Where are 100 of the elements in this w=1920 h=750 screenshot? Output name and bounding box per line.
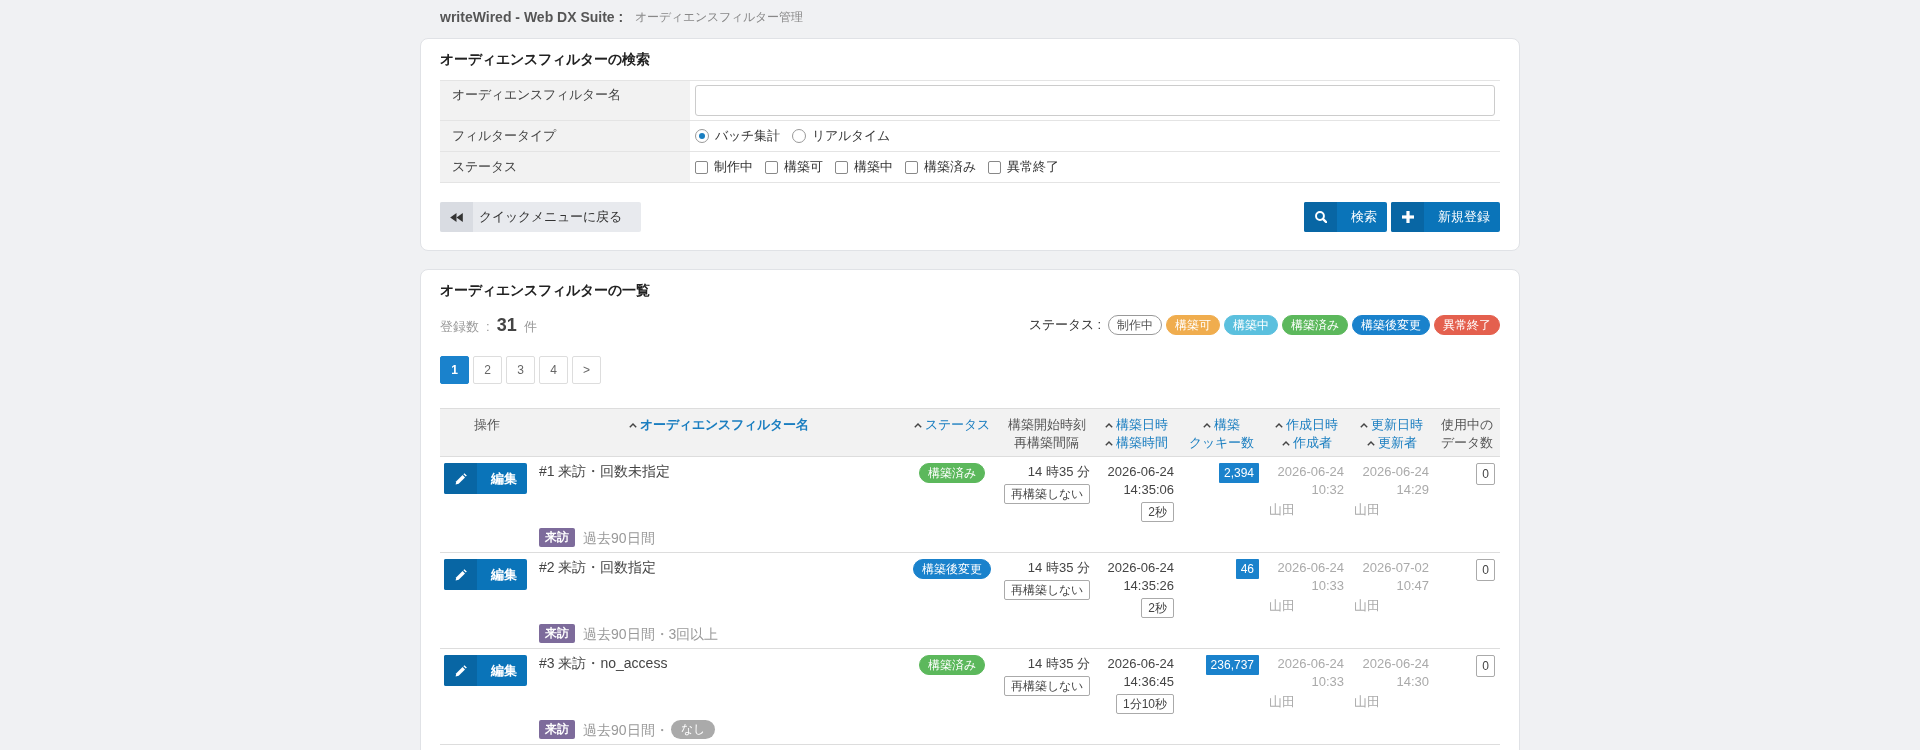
updated-time: 10:47 [1396,577,1429,595]
sort-link[interactable]: クッキー数 [1189,434,1254,452]
sort-link[interactable]: ステータス [913,416,990,434]
column-header: 操作 [474,416,500,434]
filter-name: #3 来訪・no_access [539,654,668,673]
sort-link[interactable]: 構築時間 [1105,434,1168,452]
chevron-up-icon [1105,422,1113,428]
status-legend-badge: 構築後変更 [1352,315,1430,335]
checkbox-option[interactable]: 構築済み [905,158,976,176]
chevron-up-icon [913,422,922,428]
chevron-up-icon [1275,422,1283,428]
panel-title: オーディエンスフィルターの一覧 [440,281,650,300]
updated-time: 14:30 [1396,673,1429,691]
sort-link[interactable]: 作成者 [1281,434,1332,452]
creator-name: 山田 [1269,501,1295,519]
page-button[interactable]: 1 [440,356,469,384]
checkbox-option[interactable]: 構築中 [835,158,893,176]
status-badge: 構築済み [918,463,985,483]
checkbox-option[interactable]: 構築可 [765,158,823,176]
status-legend-badge: 構築可 [1166,315,1220,335]
edit-button[interactable]: 編集 [444,463,527,494]
sort-link[interactable]: 更新日時 [1360,416,1423,434]
cookie-count-badge: 2,394 [1218,463,1259,483]
page-title: オーディエンスフィルター管理 [635,8,804,26]
chevron-up-icon [1281,440,1290,446]
updated-date: 2026-06-24 [1362,463,1429,481]
field-label: フィルタータイプ [440,121,690,151]
sort-link[interactable]: オーディエンスフィルター名 [629,416,809,434]
updated-time: 14:29 [1396,481,1429,499]
page-button[interactable]: > [572,356,601,384]
text-field[interactable] [695,85,1495,116]
start-time: 14 時35 分 [1027,559,1090,577]
updater-name: 山田 [1354,597,1380,615]
updated-date: 2026-06-24 [1362,655,1429,673]
radio-button[interactable] [792,129,806,143]
back-button[interactable]: クイックメニューに戻る [440,202,641,232]
created-time: 10:32 [1311,481,1344,499]
radio-button[interactable] [695,129,709,143]
interval-badge: 再構築しない [1004,676,1090,696]
radio-option[interactable]: バッチ集計 [695,127,780,145]
sort-link[interactable]: 構築 [1203,416,1240,434]
page-button[interactable]: 2 [473,356,502,384]
filter-name: #1 来訪・回数未指定 [539,462,671,481]
add-button[interactable]: 新規登録 [1391,202,1500,232]
condition-text: 過去90日間・ [583,720,669,739]
count-value: 31 [496,314,517,336]
checkbox-option[interactable]: 異常終了 [988,158,1059,176]
chevron-up-icon [1203,422,1211,428]
duration-badge: 1分10秒 [1115,694,1174,714]
column-header: 使用中の [1441,416,1493,434]
interval-badge: 再構築しない [1004,484,1090,504]
created-date: 2026-06-24 [1277,655,1344,673]
pencil-icon [444,559,477,590]
edit-button[interactable]: 編集 [444,559,527,590]
usage-count-badge: 0 [1476,463,1495,485]
status-legend-badge: 制作中 [1108,315,1162,335]
field-label: オーディエンスフィルター名 [440,81,690,120]
checkbox[interactable] [835,160,848,174]
created-date: 2026-06-24 [1277,463,1344,481]
count-unit: 件 [523,317,537,336]
edit-button[interactable]: 編集 [444,655,527,686]
cookie-count-badge: 236,737 [1205,655,1259,675]
chevron-up-icon [1105,440,1113,446]
category-tag: 来訪 [539,528,575,547]
count-label: 登録数 [440,317,479,336]
checkbox[interactable] [988,160,1001,174]
condition-text: 過去90日間 [583,528,655,547]
status-legend-badge: 構築中 [1224,315,1278,335]
checkbox[interactable] [765,160,778,174]
app-title: writeWired - Web DX Suite : [440,9,624,25]
radio-option[interactable]: リアルタイム [792,127,890,145]
usage-count-badge: 0 [1476,559,1495,581]
field-label: ステータス [440,152,690,182]
updated-date: 2026-07-02 [1362,559,1429,577]
chevron-up-icon [629,422,637,428]
updater-name: 山田 [1354,693,1380,711]
creator-name: 山田 [1269,693,1295,711]
column-header: 再構築間隔 [1014,434,1079,452]
build-time: 14:35:26 [1123,577,1174,595]
condition-text: 過去90日間・3回以上 [583,624,719,643]
created-time: 10:33 [1311,577,1344,595]
column-header: データ数 [1441,434,1493,452]
cookie-count-badge: 46 [1235,559,1259,579]
sort-link[interactable]: 更新者 [1366,434,1417,452]
duration-badge: 2秒 [1141,502,1174,522]
checkbox-option[interactable]: 制作中 [695,158,753,176]
sort-link[interactable]: 作成日時 [1275,416,1338,434]
category-tag: 来訪 [539,720,575,739]
checkbox[interactable] [695,160,708,174]
page-button[interactable]: 4 [539,356,568,384]
start-time: 14 時35 分 [1027,655,1090,673]
page-button[interactable]: 3 [506,356,535,384]
created-time: 10:33 [1311,673,1344,691]
pencil-icon [444,463,477,494]
search-button[interactable]: 検索 [1304,202,1387,232]
panel-title: オーディエンスフィルターの検索 [440,50,650,69]
checkbox[interactable] [905,160,918,174]
pencil-icon [444,655,477,686]
sort-link[interactable]: 構築日時 [1105,416,1168,434]
build-time: 14:35:06 [1123,481,1174,499]
